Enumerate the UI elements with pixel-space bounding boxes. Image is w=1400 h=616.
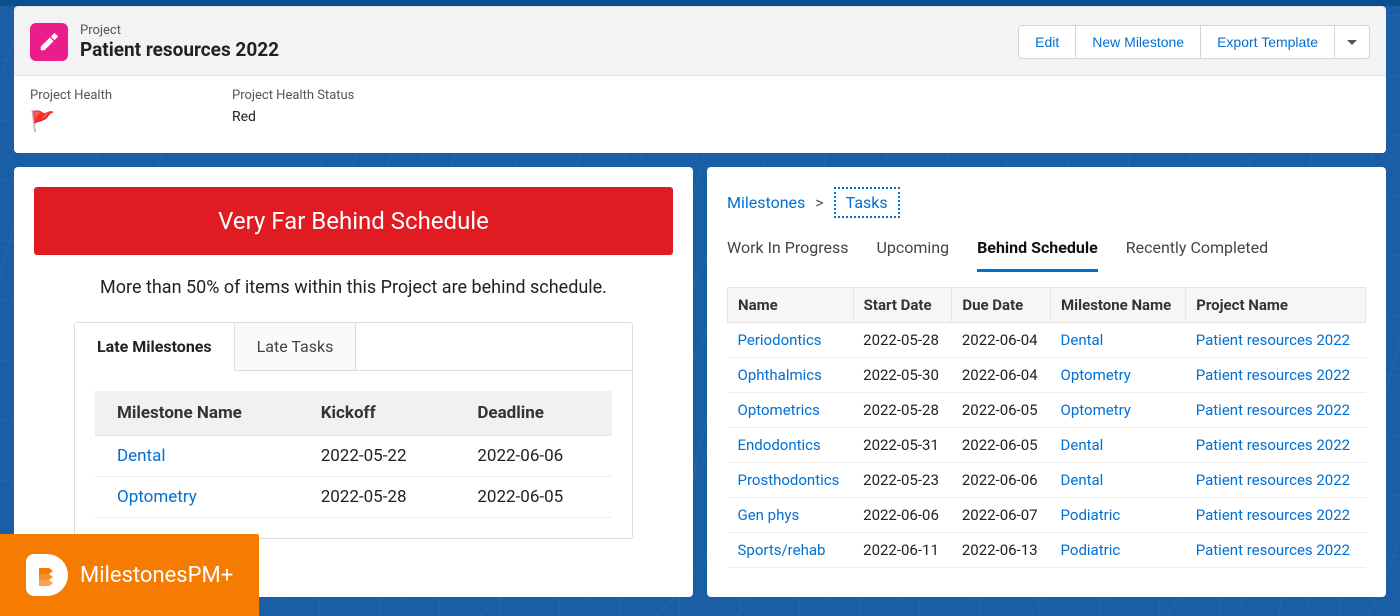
project-health-field: Project Health 🚩 bbox=[30, 88, 112, 133]
edit-button[interactable]: Edit bbox=[1018, 25, 1076, 59]
milestone-link[interactable]: Dental bbox=[1061, 436, 1104, 454]
header-actions: Edit New Milestone Export Template bbox=[1018, 25, 1370, 59]
alert-banner: Very Far Behind Schedule bbox=[34, 187, 673, 255]
task-link[interactable]: Gen phys bbox=[738, 506, 800, 524]
milestone-link[interactable]: Optometry bbox=[117, 487, 197, 507]
task-link[interactable]: Ophthalmics bbox=[738, 366, 822, 384]
project-link[interactable]: Patient resources 2022 bbox=[1196, 366, 1350, 384]
breadcrumb-milestones[interactable]: Milestones bbox=[727, 193, 805, 212]
app-logo-text: MilestonesPM+ bbox=[80, 563, 233, 588]
project-link[interactable]: Patient resources 2022 bbox=[1196, 331, 1350, 349]
table-row: Periodontics 2022-05-282022-06-04 Dental Pa… bbox=[728, 323, 1366, 358]
late-milestones-table: Milestone Name Kickoff Deadline Dental 20… bbox=[95, 391, 612, 518]
project-health-status-value: Red bbox=[232, 109, 354, 125]
task-link[interactable]: Sports/rehab bbox=[738, 541, 826, 559]
cell-due: 2022-06-07 bbox=[952, 498, 1051, 533]
project-link[interactable]: Patient resources 2022 bbox=[1196, 541, 1350, 559]
tab-late-tasks[interactable]: Late Tasks bbox=[235, 323, 357, 371]
col-deadline: Deadline bbox=[455, 391, 612, 436]
schedule-status-panel: Very Far Behind Schedule More than 50% o… bbox=[14, 167, 693, 597]
table-row: Sports/rehab 2022-06-112022-06-13 Podiatri… bbox=[728, 533, 1366, 568]
record-type-label: Project bbox=[80, 23, 279, 38]
cell-deadline: 2022-06-06 bbox=[455, 436, 612, 477]
tab-late-milestones[interactable]: Late Milestones bbox=[75, 323, 235, 371]
task-link[interactable]: Periodontics bbox=[738, 331, 822, 349]
task-link[interactable]: Prosthodontics bbox=[738, 471, 840, 489]
milestone-link[interactable]: Optometry bbox=[1061, 401, 1131, 419]
cell-due: 2022-06-04 bbox=[952, 323, 1051, 358]
table-row: Optometry 2022-05-282022-06-05 bbox=[95, 477, 612, 518]
cell-start: 2022-05-23 bbox=[853, 463, 952, 498]
breadcrumb-current-tasks[interactable]: Tasks bbox=[834, 187, 900, 218]
milestone-link[interactable]: Podiatric bbox=[1061, 541, 1121, 559]
project-icon bbox=[30, 23, 68, 61]
cell-due: 2022-06-05 bbox=[952, 428, 1051, 463]
tasks-table: Name Start Date Due Date Milestone Name … bbox=[727, 287, 1366, 568]
project-link[interactable]: Patient resources 2022 bbox=[1196, 506, 1350, 524]
cell-start: 2022-05-30 bbox=[853, 358, 952, 393]
subtab-upcoming[interactable]: Upcoming bbox=[876, 228, 949, 272]
project-link[interactable]: Patient resources 2022 bbox=[1196, 471, 1350, 489]
project-health-status-label: Project Health Status bbox=[232, 88, 354, 103]
cell-start: 2022-05-31 bbox=[853, 428, 952, 463]
subtab-behind-schedule[interactable]: Behind Schedule bbox=[977, 228, 1098, 272]
milestone-link[interactable]: Dental bbox=[117, 446, 166, 466]
breadcrumb: Milestones > Tasks bbox=[727, 187, 1366, 218]
col-start-date: Start Date bbox=[853, 288, 952, 323]
cell-kickoff: 2022-05-22 bbox=[299, 436, 456, 477]
more-actions-button[interactable] bbox=[1334, 25, 1370, 59]
table-row: Optometrics 2022-05-282022-06-05 Optometry… bbox=[728, 393, 1366, 428]
milestone-link[interactable]: Dental bbox=[1061, 331, 1104, 349]
alert-subtext: More than 50% of items within this Proje… bbox=[34, 277, 673, 298]
table-row: Endodontics 2022-05-312022-06-05 Dental Pat… bbox=[728, 428, 1366, 463]
col-task-name: Name bbox=[728, 288, 854, 323]
task-link[interactable]: Endodontics bbox=[738, 436, 821, 454]
subtab-work-in-progress[interactable]: Work In Progress bbox=[727, 228, 848, 272]
project-header-card: Project Patient resources 2022 Edit New … bbox=[14, 6, 1386, 153]
table-row: Gen phys 2022-06-062022-06-07 Podiatric Pat… bbox=[728, 498, 1366, 533]
table-row: Ophthalmics 2022-05-302022-06-04 Optometry… bbox=[728, 358, 1366, 393]
cell-start: 2022-06-11 bbox=[853, 533, 952, 568]
cell-kickoff: 2022-05-28 bbox=[299, 477, 456, 518]
project-health-flag-icon: 🚩 bbox=[30, 109, 112, 133]
cell-start: 2022-05-28 bbox=[853, 323, 952, 358]
task-link[interactable]: Optometrics bbox=[738, 401, 820, 419]
project-link[interactable]: Patient resources 2022 bbox=[1196, 436, 1350, 454]
project-health-label: Project Health bbox=[30, 88, 112, 103]
tasks-subtabs: Work In Progress Upcoming Behind Schedul… bbox=[727, 228, 1366, 273]
cell-due: 2022-06-06 bbox=[952, 463, 1051, 498]
export-template-button[interactable]: Export Template bbox=[1200, 25, 1335, 59]
cell-deadline: 2022-06-05 bbox=[455, 477, 612, 518]
subtab-recently-completed[interactable]: Recently Completed bbox=[1126, 228, 1268, 272]
project-link[interactable]: Patient resources 2022 bbox=[1196, 401, 1350, 419]
project-health-status-field: Project Health Status Red bbox=[232, 88, 354, 133]
cell-start: 2022-06-06 bbox=[853, 498, 952, 533]
chevron-down-icon bbox=[1347, 40, 1357, 45]
app-logo-badge: MilestonesPM+ bbox=[0, 534, 259, 616]
milestone-link[interactable]: Dental bbox=[1061, 471, 1104, 489]
col-due-date: Due Date bbox=[952, 288, 1051, 323]
col-milestone-name: Milestone Name bbox=[95, 391, 299, 436]
late-items-card: Late Milestones Late Tasks Milestone Nam… bbox=[74, 322, 633, 539]
col-project-name: Project Name bbox=[1186, 288, 1366, 323]
app-logo-icon bbox=[26, 554, 68, 596]
table-row: Dental 2022-05-222022-06-06 bbox=[95, 436, 612, 477]
record-title: Patient resources 2022 bbox=[80, 38, 279, 61]
table-row: Prosthodontics 2022-05-232022-06-06 Dental… bbox=[728, 463, 1366, 498]
new-milestone-button[interactable]: New Milestone bbox=[1075, 25, 1201, 59]
milestone-link[interactable]: Optometry bbox=[1061, 366, 1131, 384]
tasks-panel: Milestones > Tasks Work In Progress Upco… bbox=[707, 167, 1386, 597]
col-milestone-name: Milestone Name bbox=[1051, 288, 1186, 323]
milestone-link[interactable]: Podiatric bbox=[1061, 506, 1121, 524]
breadcrumb-separator: > bbox=[815, 193, 823, 212]
col-kickoff: Kickoff bbox=[299, 391, 456, 436]
cell-start: 2022-05-28 bbox=[853, 393, 952, 428]
cell-due: 2022-06-04 bbox=[952, 358, 1051, 393]
cell-due: 2022-06-13 bbox=[952, 533, 1051, 568]
cell-due: 2022-06-05 bbox=[952, 393, 1051, 428]
